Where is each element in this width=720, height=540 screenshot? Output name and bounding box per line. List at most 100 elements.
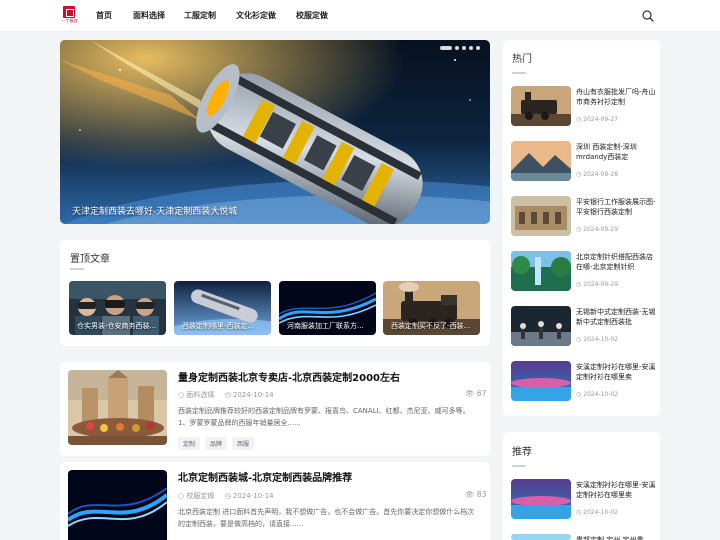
hot-item-date: ◷ 2024-09-28 [576,171,618,178]
hot-item-thumbnail[interactable] [511,141,571,181]
slider-dot[interactable] [476,46,480,50]
hot-item-image [511,361,571,401]
eye-icon: 👁 [465,490,475,499]
article-excerpt: 西装定制品牌推荐较好的西装定制品牌有罗蒙、报喜鸟、CANALI、红都、杰尼亚、威… [178,407,470,427]
clock-icon: ◷ [576,391,582,398]
section-divider [70,268,84,270]
nav-culture-shirt[interactable]: 文化衫定做 [236,10,276,21]
hot-item-date-value: 2024-09-29 [583,281,619,288]
slider-dot[interactable] [469,46,473,50]
hot-item-title[interactable]: 深圳 西装定制-深圳mrdandy西装定 [576,142,656,162]
logo-text: 一丁服饰 [61,18,78,23]
pinned-section-title: 置顶文章 [70,254,110,265]
hero-image [60,40,490,224]
pinned-item-title: 仓实男装-仓安商务西装... [77,322,157,330]
pinned-item[interactable]: 河南服装加工厂联系方... [279,281,376,335]
view-count: 👁 67 [465,389,486,398]
recommend-item-title[interactable]: 贵邦定制 定州 定州贵 [576,535,656,540]
article-image [68,370,167,445]
slider-dot[interactable] [440,46,452,50]
nav-school-uniform[interactable]: 校服定做 [296,10,328,21]
hot-item-title[interactable]: 北京定制针织搭配西装店在哪-北京定制针织 [576,252,656,272]
hot-item-thumbnail[interactable] [511,196,571,236]
hot-item-thumbnail[interactable] [511,361,571,401]
pinned-item[interactable]: 仓实男装-仓安商务西装... [69,281,166,335]
section-divider [512,72,526,74]
hot-item-image [511,86,571,126]
hot-item-title[interactable]: 安溪定制衬衫在哪里-安溪定制衬衫在哪里卖 [576,362,656,382]
recommend-item-image [511,534,571,540]
view-count-value: 67 [476,389,487,398]
article-meta: ○ 面料选择 ◷ 2024-10-14 [178,390,274,400]
hot-item-date-value: 2024-10-02 [583,391,619,398]
clock-icon: ◷ [576,509,582,516]
article-thumbnail[interactable] [68,370,167,445]
recommend-item-title[interactable]: 安溪定制衬衫在哪里-安溪定制衬衫在哪里卖 [576,480,656,500]
nav-home[interactable]: 首页 [96,10,112,21]
hot-item-date: ◷ 2024-10-02 [576,336,618,343]
eye-icon: 👁 [465,389,475,398]
hero-caption[interactable]: 天津定制西装去哪好-天津定制西装大悦城 [72,204,237,217]
pinned-item[interactable]: 西装定制哪里-西装定... [174,281,271,335]
clock-icon: ◷ [224,391,231,399]
article-meta: ○ 校服定做 ◷ 2024-10-14 [178,491,274,501]
hot-item-date-value: 2024-10-02 [583,336,619,343]
hot-item-date-value: 2024-09-27 [583,116,619,123]
search-icon[interactable] [642,10,654,22]
article-category[interactable]: 面料选择 [186,391,214,399]
category-icon: ○ [178,391,185,399]
clock-icon: ◷ [224,492,231,500]
hero-slider[interactable]: 天津定制西装去哪好-天津定制西装大悦城 [60,40,490,224]
category-icon: ○ [178,492,185,500]
pinned-item-title: 河南服装加工厂联系方... [287,322,364,330]
view-count-value: 83 [476,490,487,499]
hot-item-date: ◷ 2024-09-29 [576,226,618,233]
hot-item-thumbnail[interactable] [511,86,571,126]
article-excerpt: 北京西装定制 进口面料首先声明，我不想做广告，也不会做广告。首先你要决定你想做什… [178,508,475,528]
slider-dot[interactable] [462,46,466,50]
article-title[interactable]: 量身定制西装北京专卖店-北京西装定制2000左右 [178,369,400,384]
hot-item-thumbnail[interactable] [511,306,571,346]
hot-item-thumbnail[interactable] [511,251,571,291]
hot-item-title[interactable]: 舟山有衣服批发厂吗-舟山市商务衬衫定制 [576,87,656,107]
hot-item-image [511,141,571,181]
article-date: 2024-10-14 [232,391,274,399]
top-navbar: 一丁服饰 首页 面料选择 工服定制 文化衫定做 校服定做 [0,0,720,32]
article-thumbnail[interactable] [68,470,167,540]
article-tag[interactable]: 定制 [178,437,201,450]
hot-item-date: ◷ 2024-09-27 [576,116,618,123]
pinned-item-title: 西装定制哪里-西装定... [182,322,255,330]
article-tag[interactable]: 品牌 [205,437,228,450]
article-category[interactable]: 校服定做 [186,492,214,500]
clock-icon: ◷ [576,226,582,233]
section-divider [512,465,526,467]
recommend-item-image [511,479,571,519]
hot-item-title[interactable]: 平安银行工作服装展示图-平安银行西装定制 [576,197,656,217]
nav-fabric-selection[interactable]: 面料选择 [133,10,165,21]
hot-section-title: 热门 [512,54,532,65]
pinned-item-title: 西装定制买不反了-西装... [391,322,471,330]
slider-dot[interactable] [455,46,459,50]
hot-item-image [511,196,571,236]
site-logo[interactable]: 一丁服饰 [61,6,78,25]
article-date: 2024-10-14 [232,492,274,500]
nav-workwear-custom[interactable]: 工服定制 [184,10,216,21]
hot-item-title[interactable]: 无锡新中式定制西装-无锡新中式定制西装批 [576,307,656,327]
view-count: 👁 83 [465,490,486,499]
recommend-item-date-value: 2024-10-02 [583,509,619,516]
pinned-item[interactable]: 西装定制买不反了-西装... [383,281,480,335]
recommend-item-thumbnail[interactable] [511,534,571,540]
slider-indicators [440,46,480,50]
hot-item-image [511,251,571,291]
clock-icon: ◷ [576,336,582,343]
article-tag[interactable]: 西服 [232,437,255,450]
hot-item-image [511,306,571,346]
clock-icon: ◷ [576,281,582,288]
recommend-item-date: ◷ 2024-10-02 [576,509,618,516]
article-title[interactable]: 北京定制西装城-北京定制西装品牌推荐 [178,469,352,484]
hot-item-date-value: 2024-09-29 [583,226,619,233]
recommend-section-title: 推荐 [512,447,532,458]
clock-icon: ◷ [576,116,582,123]
clock-icon: ◷ [576,171,582,178]
recommend-item-thumbnail[interactable] [511,479,571,519]
